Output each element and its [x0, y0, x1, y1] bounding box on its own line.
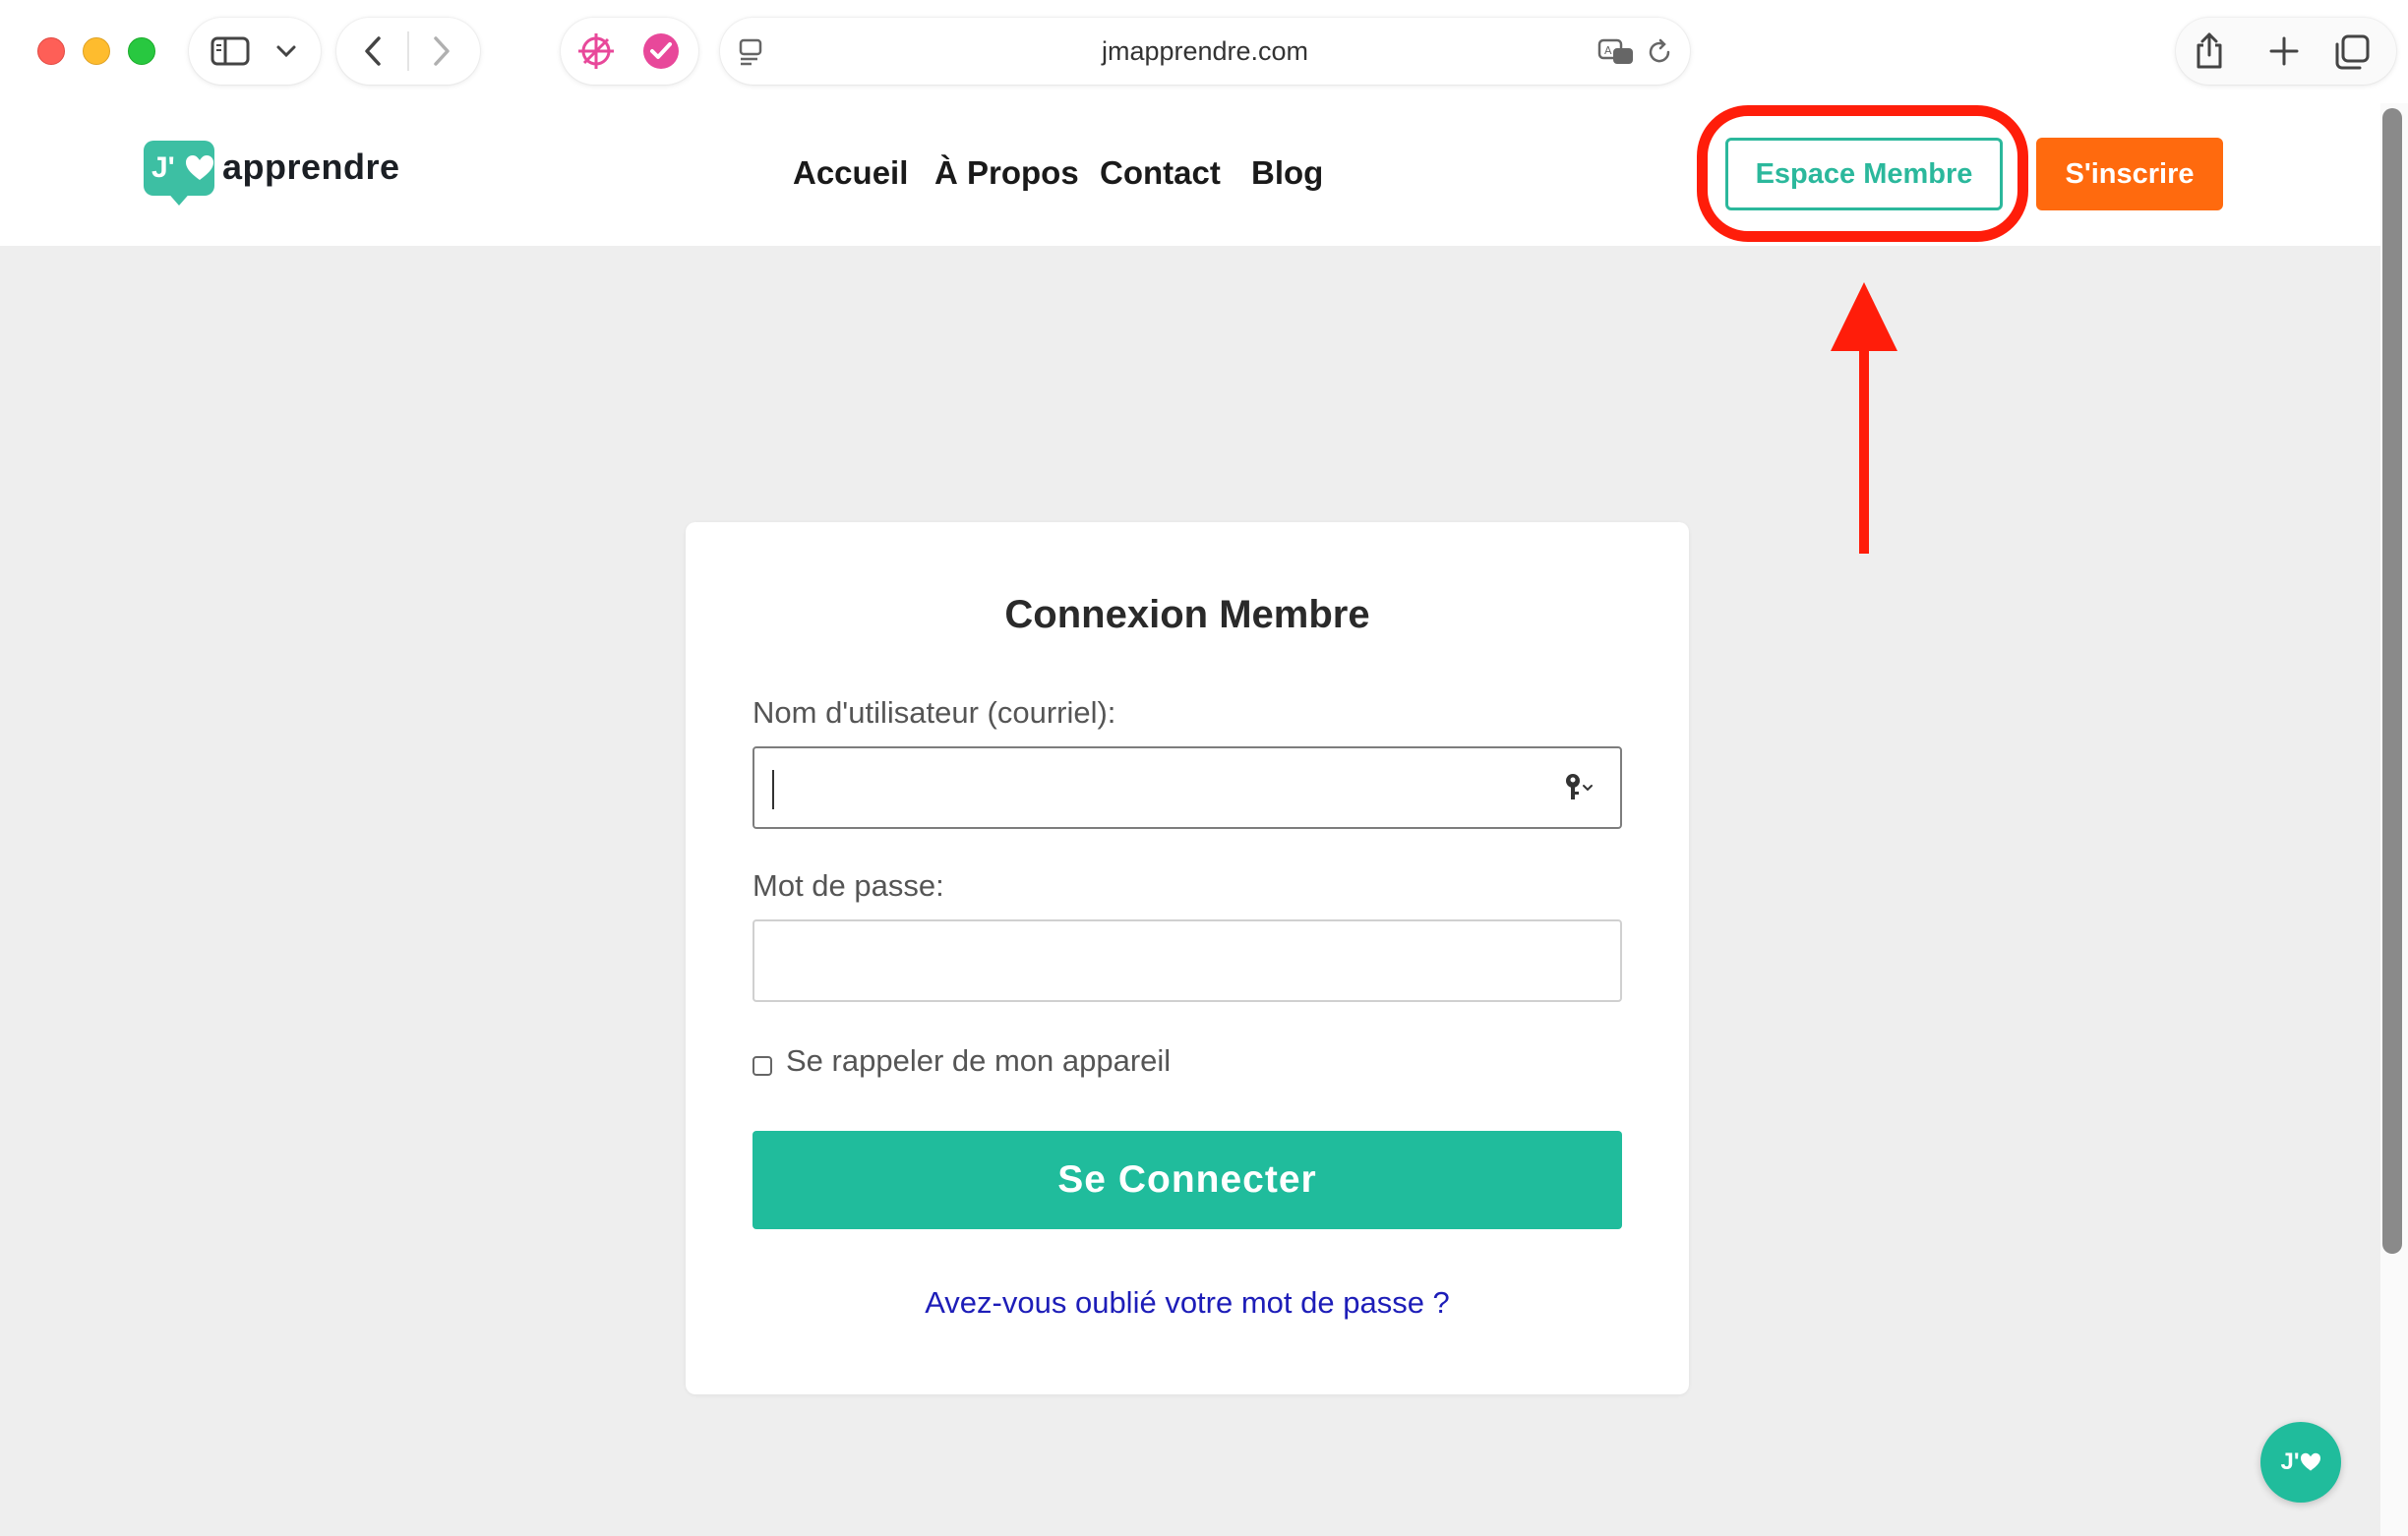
login-card: Connexion Membre Nom d'utilisateur (cour…: [686, 522, 1689, 1394]
minimize-window-button[interactable]: [83, 37, 110, 65]
chevron-down-icon[interactable]: [275, 43, 297, 59]
tracker-blocker-icon[interactable]: [576, 31, 616, 71]
page-content: Connexion Membre Nom d'utilisateur (cour…: [0, 246, 2380, 1536]
nav-divider: [407, 31, 409, 71]
chat-widget-button[interactable]: J': [2260, 1422, 2341, 1503]
username-input[interactable]: [752, 746, 1622, 829]
logo-badge-tail: [165, 190, 193, 206]
annotation-arrow-icon: [1831, 282, 1897, 554]
nav-link-blog[interactable]: Blog: [1251, 154, 1323, 192]
address-bar[interactable]: jmapprendre.com A: [720, 18, 1690, 85]
translate-icon[interactable]: A: [1597, 37, 1637, 67]
heart-icon: [2300, 1452, 2320, 1471]
new-tab-icon[interactable]: [2268, 35, 2300, 67]
zoom-window-button[interactable]: [128, 37, 155, 65]
remember-device-checkbox[interactable]: [752, 1056, 772, 1076]
signup-button[interactable]: S'inscrire: [2036, 138, 2223, 210]
reload-icon[interactable]: [1645, 37, 1674, 67]
nav-link-accueil[interactable]: Accueil: [793, 154, 908, 192]
window-actions: [2176, 18, 2396, 85]
close-window-button[interactable]: [37, 37, 65, 65]
share-icon[interactable]: [2194, 31, 2225, 71]
site-logo[interactable]: J' apprendre: [144, 141, 399, 209]
nav-link-a-propos[interactable]: À Propos: [934, 154, 1079, 192]
sidebar-icon[interactable]: [211, 36, 250, 66]
forgot-password-link[interactable]: Avez-vous oublié votre mot de passe ?: [686, 1285, 1689, 1321]
svg-text:A: A: [1604, 44, 1612, 57]
password-input[interactable]: [752, 919, 1622, 1002]
extensions-group: [561, 18, 698, 85]
back-icon[interactable]: [362, 35, 384, 67]
password-label: Mot de passe:: [752, 868, 944, 903]
nav-link-contact[interactable]: Contact: [1100, 154, 1221, 192]
annotation-highlight-ring: [1697, 105, 2028, 242]
sidebar-control: [189, 18, 321, 85]
chat-widget-label: J': [2280, 1448, 2300, 1475]
url-text: jmapprendre.com: [1101, 36, 1309, 66]
heart-icon: [186, 155, 213, 180]
checkmark-extension-icon[interactable]: [641, 31, 681, 71]
remember-device-label[interactable]: Se rappeler de mon appareil: [786, 1043, 1171, 1079]
forward-icon[interactable]: [431, 35, 452, 67]
login-submit-button[interactable]: Se Connecter: [752, 1131, 1622, 1229]
text-caret: [772, 770, 774, 809]
password-key-icon[interactable]: [1563, 770, 1598, 805]
history-nav: [336, 18, 480, 85]
username-label: Nom d'utilisateur (courriel):: [752, 695, 1116, 730]
logo-wordmark: apprendre: [222, 147, 400, 187]
browser-toolbar: jmapprendre.com A: [0, 0, 2408, 103]
scrollbar-thumb[interactable]: [2382, 108, 2402, 1254]
tab-overview-icon[interactable]: [2333, 33, 2371, 71]
login-title: Connexion Membre: [1004, 593, 1370, 636]
